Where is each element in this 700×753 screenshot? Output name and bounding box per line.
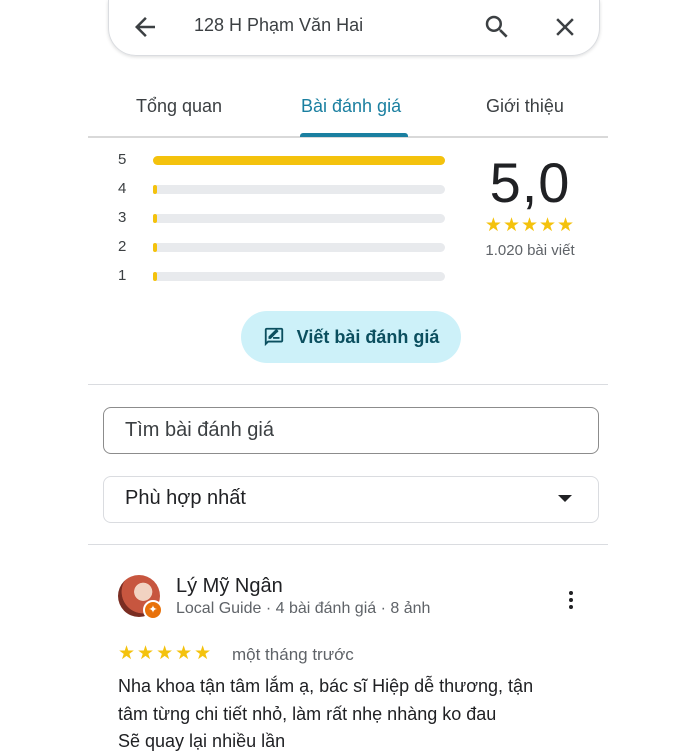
search-input[interactable]: 128 H Phạm Văn Hai xyxy=(194,15,363,36)
histogram-label: 1 xyxy=(118,267,127,284)
tab-reviews[interactable]: Bài đánh giá xyxy=(301,96,401,136)
review-count[interactable]: 1.020 bài viết xyxy=(470,242,590,259)
rating-histogram-row: 1 xyxy=(118,266,448,286)
reviewer-meta[interactable]: Local Guide · 4 bài đánh giá · 8 ảnh xyxy=(176,600,430,618)
average-rating-stars: ★★★★★ xyxy=(484,215,576,236)
histogram-track xyxy=(153,156,445,165)
review-text-line: Nha khoa tận tâm lắm ạ, bác sĩ Hiệp dễ t… xyxy=(118,676,534,696)
rating-histogram-row: 5 xyxy=(118,150,448,170)
rating-histogram-row: 2 xyxy=(118,237,448,257)
review-time: một tháng trước xyxy=(232,645,354,664)
rating-histogram-row: 3 xyxy=(118,208,448,228)
review-search-placeholder: Tìm bài đánh giá xyxy=(125,419,274,441)
reviewer-name[interactable]: Lý Mỹ Ngân xyxy=(176,575,283,598)
more-vert-icon[interactable] xyxy=(563,588,579,612)
rate-review-icon xyxy=(264,327,283,347)
review-text-line: Sẽ quay lại nhiều lần xyxy=(118,731,286,751)
average-rating: 5,0 xyxy=(489,151,571,214)
section-divider xyxy=(88,384,608,385)
histogram-fill xyxy=(153,243,157,252)
tab-about[interactable]: Giới thiệu xyxy=(486,96,564,136)
histogram-fill xyxy=(153,272,157,281)
write-review-button[interactable]: Viết bài đánh giá xyxy=(241,311,461,363)
local-guide-badge-icon: ✦ xyxy=(143,600,163,620)
sort-selected-value: Phù hợp nhất xyxy=(125,487,246,509)
histogram-track xyxy=(153,185,445,194)
histogram-label: 3 xyxy=(118,209,127,226)
histogram-track xyxy=(153,272,445,281)
histogram-fill xyxy=(153,185,157,194)
histogram-track xyxy=(153,214,445,223)
search-icon[interactable] xyxy=(482,12,512,42)
rating-histogram-row: 4 xyxy=(118,179,448,199)
histogram-fill xyxy=(153,214,157,223)
arrow-back-icon[interactable] xyxy=(130,12,160,42)
histogram-track xyxy=(153,243,445,252)
section-divider xyxy=(88,544,608,545)
dropdown-arrow-icon xyxy=(558,495,572,502)
active-tab-indicator xyxy=(300,133,408,137)
review-stars: ★★★★★ xyxy=(118,643,214,664)
histogram-label: 5 xyxy=(118,151,127,168)
histogram-fill xyxy=(153,156,445,165)
write-review-label: Viết bài đánh giá xyxy=(296,326,440,347)
histogram-label: 2 xyxy=(118,238,127,255)
close-icon[interactable] xyxy=(550,12,580,42)
review-text-line: tâm từng chi tiết nhỏ, làm rất nhẹ nhàng… xyxy=(118,704,497,724)
histogram-label: 4 xyxy=(118,180,127,197)
tab-overview[interactable]: Tổng quan xyxy=(136,96,222,136)
